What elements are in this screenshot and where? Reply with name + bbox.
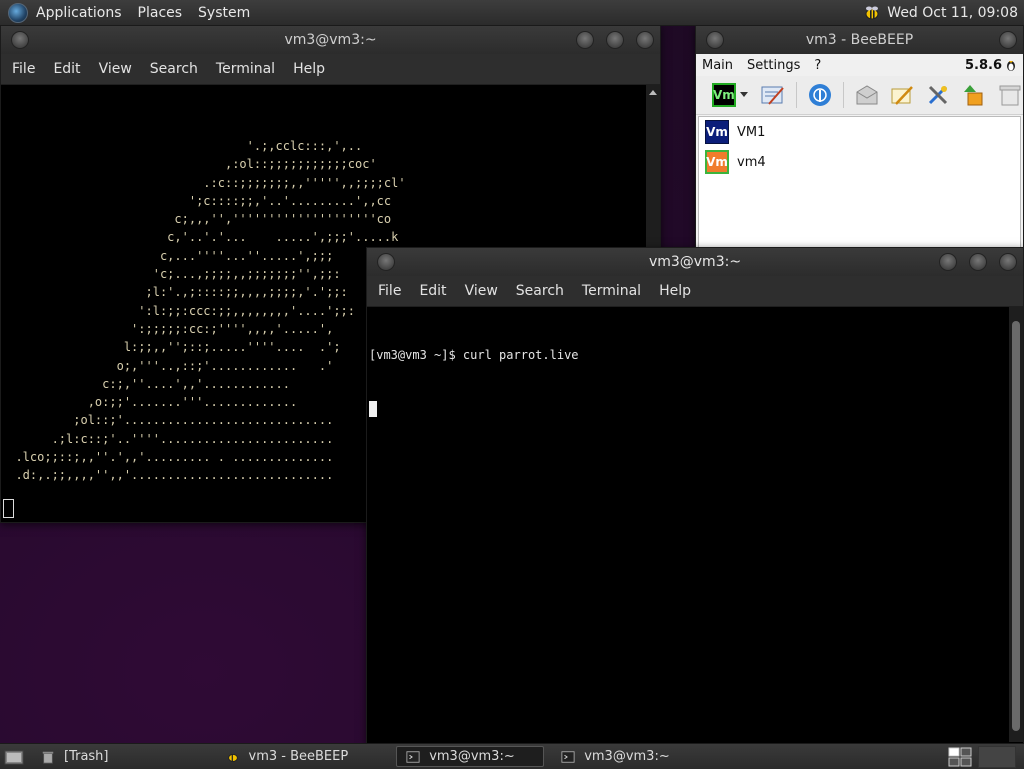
taskbar-label: vm3@vm3:~	[584, 749, 670, 764]
terminal-back-menubar: File Edit View Search Terminal Help	[1, 54, 660, 85]
places-menu[interactable]: Places	[138, 5, 183, 21]
command-prompt-line: [vm3@vm3 ~]$ curl parrot.live	[369, 347, 579, 362]
menu-terminal[interactable]: Terminal	[207, 61, 284, 77]
menu-terminal[interactable]: Terminal	[573, 283, 650, 299]
terminal-front-titlebar[interactable]: vm3@vm3:~	[367, 248, 1023, 276]
menu-settings[interactable]: Settings	[747, 58, 800, 73]
taskbar-label: vm3@vm3:~	[429, 749, 515, 764]
user-name: VM1	[737, 124, 766, 140]
user-row-vm1[interactable]: Vm VM1	[699, 117, 1020, 147]
trash-clear-icon[interactable]	[997, 82, 1023, 108]
menu-help[interactable]: Help	[650, 283, 700, 299]
ascii-art-line: ';c::::;;,'..'.........',,cc	[1, 193, 392, 208]
taskbar-item-trash[interactable]: [Trash]	[32, 746, 117, 767]
user-name: vm4	[737, 154, 766, 170]
menu-help[interactable]: Help	[284, 61, 334, 77]
linux-penguin-icon	[1007, 60, 1015, 71]
panel-clock[interactable]: Wed Oct 11, 09:08	[887, 5, 1018, 21]
system-menu[interactable]: System	[198, 5, 250, 21]
window-title: vm3@vm3:~	[284, 32, 377, 48]
parrot-logo-icon[interactable]	[8, 2, 28, 23]
file-transfer-icon[interactable]	[961, 82, 987, 108]
taskbar-item-terminal[interactable]: vm3@vm3:~	[552, 746, 678, 767]
window-title: vm3@vm3:~	[648, 254, 742, 270]
minimize-button[interactable]	[999, 31, 1017, 49]
menu-view[interactable]: View	[90, 61, 141, 77]
taskbar-item-beebeep[interactable]: vm3 - BeeBEEP	[217, 746, 357, 767]
menu-edit[interactable]: Edit	[44, 61, 89, 77]
close-button[interactable]	[999, 253, 1017, 271]
beebeep-tray-icon[interactable]	[863, 5, 881, 21]
ascii-art-line: c,'..'.'... .....',;;;'.....k	[1, 230, 399, 245]
minimize-button[interactable]	[576, 31, 594, 49]
menu-main[interactable]: Main	[702, 58, 733, 73]
beebeep-titlebar[interactable]: vm3 - BeeBEEP	[696, 26, 1023, 54]
taskbar-item-terminal-active[interactable]: vm3@vm3:~	[396, 746, 545, 767]
window-menu-button[interactable]	[377, 253, 395, 271]
close-button[interactable]	[636, 31, 654, 49]
minimize-button[interactable]	[939, 253, 957, 271]
ascii-art-line: c;,,,'',''''''''''''''''''''co	[1, 212, 392, 227]
terminal-icon	[561, 750, 575, 763]
tools-icon[interactable]	[925, 82, 951, 108]
terminal-front-scrollbar[interactable]	[1009, 307, 1023, 742]
ascii-art-line: '.;,cclc:::,',..	[1, 139, 363, 153]
show-desktop-icon[interactable]	[4, 748, 26, 766]
vm-avatar: Vm	[705, 150, 729, 174]
user-list: Vm VM1 Vm vm4	[698, 116, 1021, 248]
beebeep-menubar: Main Settings ? 5.8.6	[696, 54, 1023, 76]
ascii-art-line: ,:ol::;;;;;;;;;;;coc'	[1, 157, 377, 172]
applications-menu[interactable]: Applications	[36, 5, 122, 21]
maximize-button[interactable]	[969, 253, 987, 271]
terminal-icon	[406, 750, 420, 763]
taskbar-label: vm3 - BeeBEEP	[248, 749, 349, 764]
top-panel: Applications Places System Wed Oct 11, 0…	[0, 0, 1024, 26]
terminal-back-cursor	[3, 499, 14, 518]
menu-file[interactable]: File	[369, 283, 410, 299]
menu-help[interactable]: ?	[814, 58, 821, 73]
menu-search[interactable]: Search	[141, 61, 207, 77]
window-title: vm3 - BeeBEEP	[805, 32, 914, 48]
terminal-window-front: vm3@vm3:~ File Edit View Search Terminal…	[366, 247, 1024, 744]
bottom-taskbar: [Trash] vm3 - BeeBEEP vm3@vm3:~ vm3@vm3:…	[0, 743, 1024, 769]
terminal-front-menubar: File Edit View Search Terminal Help	[367, 276, 1023, 307]
terminal-front-cursor	[369, 401, 377, 418]
scroll-thumb[interactable]	[1012, 321, 1020, 731]
ascii-art-line: .:c::;;;;;;;,,''''',,;;;;cl'	[1, 175, 406, 190]
mail-icon[interactable]	[854, 82, 880, 108]
menu-edit[interactable]: Edit	[410, 283, 455, 299]
write-message-icon[interactable]	[890, 82, 916, 108]
user-row-vm4[interactable]: Vm vm4	[699, 147, 1020, 177]
version-label: 5.8.6	[965, 58, 1017, 73]
window-menu-button[interactable]	[706, 31, 724, 49]
menu-search[interactable]: Search	[507, 283, 573, 299]
maximize-button[interactable]	[606, 31, 624, 49]
taskbar-label: [Trash]	[64, 749, 109, 764]
terminal-back-titlebar[interactable]: vm3@vm3:~	[1, 26, 660, 54]
workspace-switcher-icon[interactable]	[948, 747, 972, 767]
trash-icon	[42, 751, 54, 764]
bee-icon	[227, 753, 238, 762]
network-broadcast-icon[interactable]	[807, 82, 833, 108]
beebeep-toolbar: Vm	[696, 76, 1023, 115]
beebeep-window: vm3 - BeeBEEP Main Settings ? 5.8.6 Vm V…	[695, 25, 1024, 249]
menu-file[interactable]: File	[3, 61, 44, 77]
edit-profile-icon[interactable]	[760, 82, 786, 108]
vm-avatar: Vm	[705, 120, 729, 144]
terminal-front-output[interactable]: [vm3@vm3 ~]$ curl parrot.live	[367, 307, 1007, 742]
window-menu-button[interactable]	[11, 31, 29, 49]
menu-view[interactable]: View	[456, 283, 507, 299]
workspace-pager[interactable]	[978, 745, 1016, 768]
status-vm-button[interactable]: Vm	[710, 82, 750, 108]
